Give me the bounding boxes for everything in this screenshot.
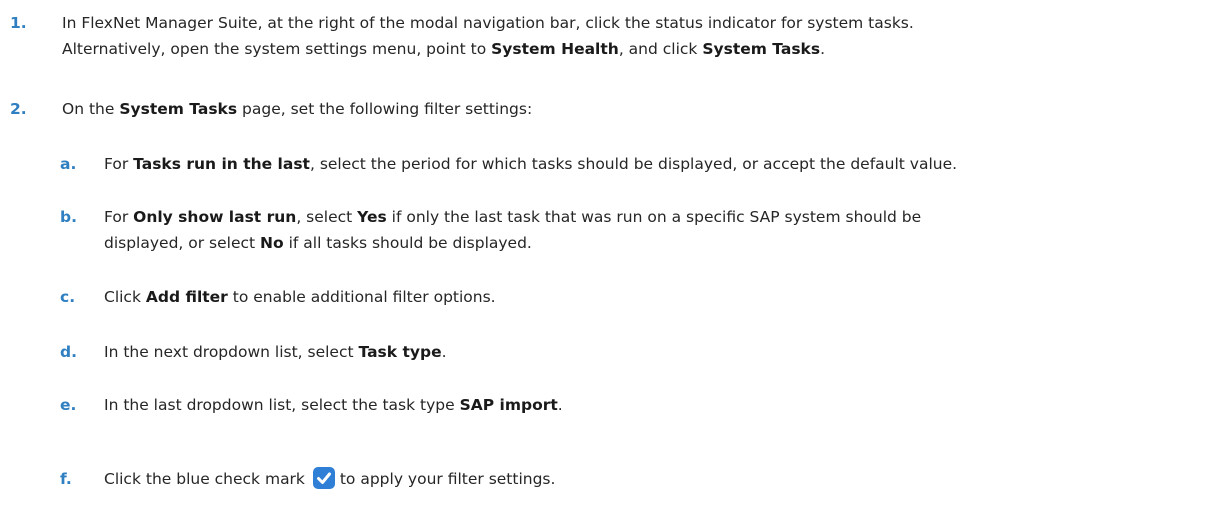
ui-term: System Health (491, 40, 619, 58)
text-run: In the last dropdown list, select the ta… (104, 396, 460, 414)
text-run: , select (296, 208, 358, 226)
text-run: In the next dropdown list, select (104, 343, 359, 361)
step-line: In FlexNet Manager Suite, at the right o… (62, 14, 914, 32)
text-run: , select the period for which tasks shou… (309, 155, 958, 173)
text-run: displayed, or select (104, 234, 261, 252)
text-run: For (104, 208, 134, 226)
substep-text: Click the blue check mark to apply your … (104, 466, 1212, 492)
ui-term: System Tasks (119, 100, 238, 118)
ui-term: Task type (358, 343, 442, 361)
substep-text: For Tasks run in the last, select the pe… (104, 151, 1212, 177)
text-run: to apply your filter settings. (339, 470, 556, 488)
text-run: Alternatively, open the system settings … (62, 40, 492, 58)
ui-term: Add filter (145, 288, 228, 306)
substep-letter: d. (60, 343, 77, 361)
text-run: , and click (618, 40, 703, 58)
substep-letter: f. (60, 470, 72, 488)
ui-term: No (260, 234, 284, 252)
ui-term: System Tasks (702, 40, 821, 58)
text-run: For (104, 155, 134, 173)
ui-term: Only show last run (133, 208, 297, 226)
step-number: 2. (10, 100, 27, 118)
substep-text: Click Add filter to enable additional fi… (104, 284, 1212, 310)
text-run: if only the last task that was run on a … (386, 208, 922, 226)
ui-term: Yes (357, 208, 387, 226)
text-run: Click the blue check mark (104, 470, 305, 488)
substep-text: In the last dropdown list, select the ta… (104, 392, 1212, 418)
checkbox-checked-icon (312, 467, 335, 489)
substep-letter: a. (60, 155, 77, 173)
step-line: Alternatively, open the system settings … (62, 36, 1212, 62)
substep-text: In the next dropdown list, select Task t… (104, 339, 1212, 365)
text-run: page, set the following filter settings: (237, 100, 533, 118)
text-run: . (557, 396, 563, 414)
substep-line: displayed, or select No if all tasks sho… (104, 230, 1212, 256)
ui-term: Tasks run in the last (133, 155, 310, 173)
step-number: 1. (10, 14, 27, 32)
step-text: In FlexNet Manager Suite, at the right o… (62, 10, 1212, 62)
substep-text: For Only show last run, select Yes if on… (104, 204, 1212, 256)
substep-letter: c. (60, 288, 76, 306)
substep-letter: e. (60, 396, 77, 414)
step-text: On the System Tasks page, set the follow… (62, 96, 1212, 122)
substep-letter: b. (60, 208, 77, 226)
substep-line: For Only show last run, select Yes if on… (104, 204, 1212, 230)
text-run: if all tasks should be displayed. (283, 234, 532, 252)
text-run: . (820, 40, 826, 58)
text-run: . (441, 343, 447, 361)
ui-term: SAP import (459, 396, 558, 414)
text-run: to enable additional filter options. (227, 288, 496, 306)
text-run: Click (104, 288, 146, 306)
text-run: On the (62, 100, 120, 118)
